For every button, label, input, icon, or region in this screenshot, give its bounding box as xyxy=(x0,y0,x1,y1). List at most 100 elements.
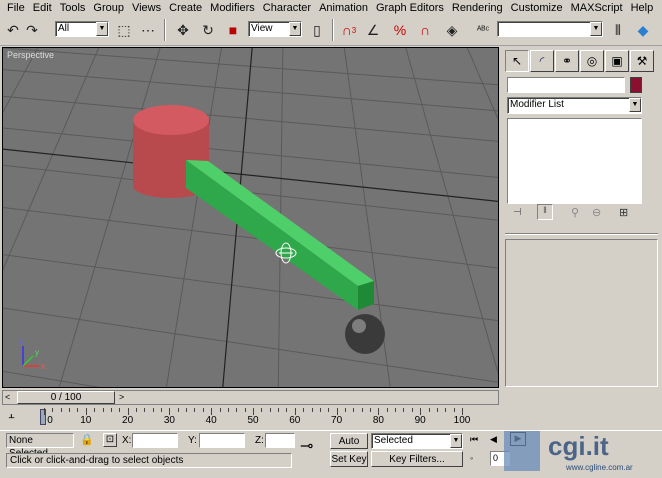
percent-snap-icon[interactable]: % xyxy=(389,19,411,41)
menu-item-rendering[interactable]: Rendering xyxy=(448,0,507,16)
configure-modifier-sets-icon[interactable]: ⊞ xyxy=(619,206,628,219)
toolbar-separator xyxy=(164,19,166,41)
y-coordinate-field[interactable] xyxy=(199,433,245,448)
green-box[interactable] xyxy=(186,160,374,310)
modify-tab-icon[interactable]: ◜ xyxy=(530,50,554,72)
selection-count-field: None Selected xyxy=(6,433,74,459)
menu-item-help[interactable]: Help xyxy=(627,0,658,16)
menu-item-create[interactable]: Create xyxy=(165,0,206,16)
minor-tick xyxy=(428,408,430,412)
go-to-start-icon[interactable]: ⏮ xyxy=(470,434,478,445)
minor-tick xyxy=(319,408,321,412)
major-tick xyxy=(85,408,87,415)
major-tick xyxy=(127,408,129,415)
utilities-tab-icon[interactable]: ⚒ xyxy=(630,50,654,72)
minor-tick xyxy=(370,408,372,412)
hierarchy-tab-icon[interactable]: ⚭ xyxy=(555,50,579,72)
move-icon[interactable]: ✥ xyxy=(172,19,194,41)
watermark-mark xyxy=(504,431,540,471)
key-icon[interactable]: ⊸ xyxy=(300,436,313,456)
minor-tick xyxy=(344,408,346,412)
selection-filter-value: All xyxy=(58,23,70,34)
minor-tick xyxy=(135,408,137,412)
object-name-field[interactable] xyxy=(507,77,625,93)
z-coordinate-field[interactable] xyxy=(265,433,295,448)
menu-item-customize[interactable]: Customize xyxy=(507,0,567,16)
x-label: X: xyxy=(122,435,132,446)
time-slider-thumb[interactable]: 0 / 100 xyxy=(17,391,115,404)
named-selection-icon[interactable]: ◈ xyxy=(441,19,463,41)
perspective-viewport[interactable]: Perspective x y z xyxy=(2,47,499,388)
menu-item-file[interactable]: File xyxy=(3,0,29,16)
time-slider-next[interactable]: > xyxy=(119,392,124,402)
menu-item-modifiers[interactable]: Modifiers xyxy=(206,0,259,16)
mirror-icon[interactable]: ᴬᴮᶜ xyxy=(472,19,494,41)
x-coordinate-field[interactable] xyxy=(132,433,178,448)
show-end-result-icon[interactable]: ‖ xyxy=(537,204,553,220)
angle-snap-icon[interactable]: ∠ xyxy=(362,19,384,41)
modifier-list-dropdown[interactable]: Modifier List ▼ xyxy=(507,97,642,114)
key-filters-button[interactable]: Key Filters... xyxy=(371,451,463,467)
minor-tick xyxy=(353,408,355,412)
minor-tick xyxy=(77,408,79,412)
auto-key-button[interactable]: Auto Key xyxy=(330,433,368,462)
select-object-icon[interactable]: ⬚ xyxy=(113,19,135,41)
chevron-down-icon: ▼ xyxy=(590,22,602,36)
pin-stack-icon[interactable]: ⊣ xyxy=(513,207,522,218)
pivot-center-icon[interactable]: ▯ xyxy=(306,19,328,41)
minor-tick xyxy=(278,408,280,412)
menu-item-character[interactable]: Character xyxy=(259,0,315,16)
spinner-snap-icon[interactable]: ∩ xyxy=(414,19,436,41)
tick-label: 40 xyxy=(205,415,217,426)
ref-coord-value: View xyxy=(251,23,273,34)
create-tab-icon[interactable]: ↖ xyxy=(505,50,529,72)
menu-item-views[interactable]: Views xyxy=(128,0,165,16)
minor-tick xyxy=(69,408,71,412)
time-slider-prev[interactable]: < xyxy=(5,392,10,402)
selection-filter-dropdown[interactable]: All ▼ xyxy=(55,21,109,37)
scene-objects: x y z xyxy=(19,105,385,371)
set-key-button[interactable]: Set Key xyxy=(330,451,368,467)
scale-icon[interactable]: ■ xyxy=(222,19,244,41)
chevron-down-icon: ▼ xyxy=(96,22,108,36)
track-bar[interactable]: ⫠ 0 10 20 30 40 50 60 70 80 90 100 xyxy=(0,405,500,430)
parameters-rollout-area xyxy=(505,239,658,387)
time-slider-track[interactable]: < 0 / 100 > xyxy=(2,390,499,405)
menu-item-maxscript[interactable]: MAXScript xyxy=(567,0,627,16)
modifier-stack-list[interactable] xyxy=(507,118,642,204)
redo-icon[interactable]: ↷ xyxy=(21,19,43,41)
minor-tick xyxy=(361,408,363,412)
major-tick xyxy=(378,408,380,415)
black-sphere[interactable] xyxy=(345,314,385,354)
named-selection-sets-dropdown[interactable]: ▼ xyxy=(497,21,603,37)
menu-item-animation[interactable]: Animation xyxy=(315,0,372,16)
remove-modifier-icon[interactable]: ⊖ xyxy=(592,206,601,219)
frame-field-prefix: ◦ xyxy=(470,453,474,463)
snap-toggle-icon[interactable]: ∩ 3 xyxy=(338,19,360,41)
menu-item-tools[interactable]: Tools xyxy=(56,0,90,16)
rotate-icon[interactable]: ↻ xyxy=(197,19,219,41)
major-tick xyxy=(294,408,296,415)
toolbar-separator xyxy=(332,19,334,41)
align-icon[interactable]: ⫴ xyxy=(607,19,629,41)
major-tick xyxy=(211,408,213,415)
object-color-swatch[interactable] xyxy=(630,77,642,93)
minor-tick xyxy=(386,408,388,412)
menu-item-edit[interactable]: Edit xyxy=(29,0,56,16)
minor-tick xyxy=(119,408,121,412)
menu-item-group[interactable]: Group xyxy=(89,0,128,16)
display-tab-icon[interactable]: ▣ xyxy=(605,50,629,72)
minor-tick xyxy=(328,408,330,412)
key-selection-dropdown[interactable]: Selected ▼ xyxy=(371,433,463,449)
motion-tab-icon[interactable]: ◎ xyxy=(580,50,604,72)
tick-label: 70 xyxy=(331,415,343,426)
menu-item-graph-editors[interactable]: Graph Editors xyxy=(372,0,448,16)
make-unique-icon[interactable]: ⚲ xyxy=(571,206,579,219)
select-by-name-icon[interactable]: ⋯ xyxy=(137,19,159,41)
minor-tick xyxy=(395,408,397,412)
reference-coordinate-dropdown[interactable]: View ▼ xyxy=(248,21,302,37)
lock-selection-icon[interactable]: 🔒 xyxy=(80,433,94,446)
previous-frame-icon[interactable]: ◀ xyxy=(490,434,497,445)
absolute-mode-icon[interactable]: ⊡ xyxy=(103,433,117,447)
layer-manager-icon[interactable]: ◆ xyxy=(632,19,654,41)
